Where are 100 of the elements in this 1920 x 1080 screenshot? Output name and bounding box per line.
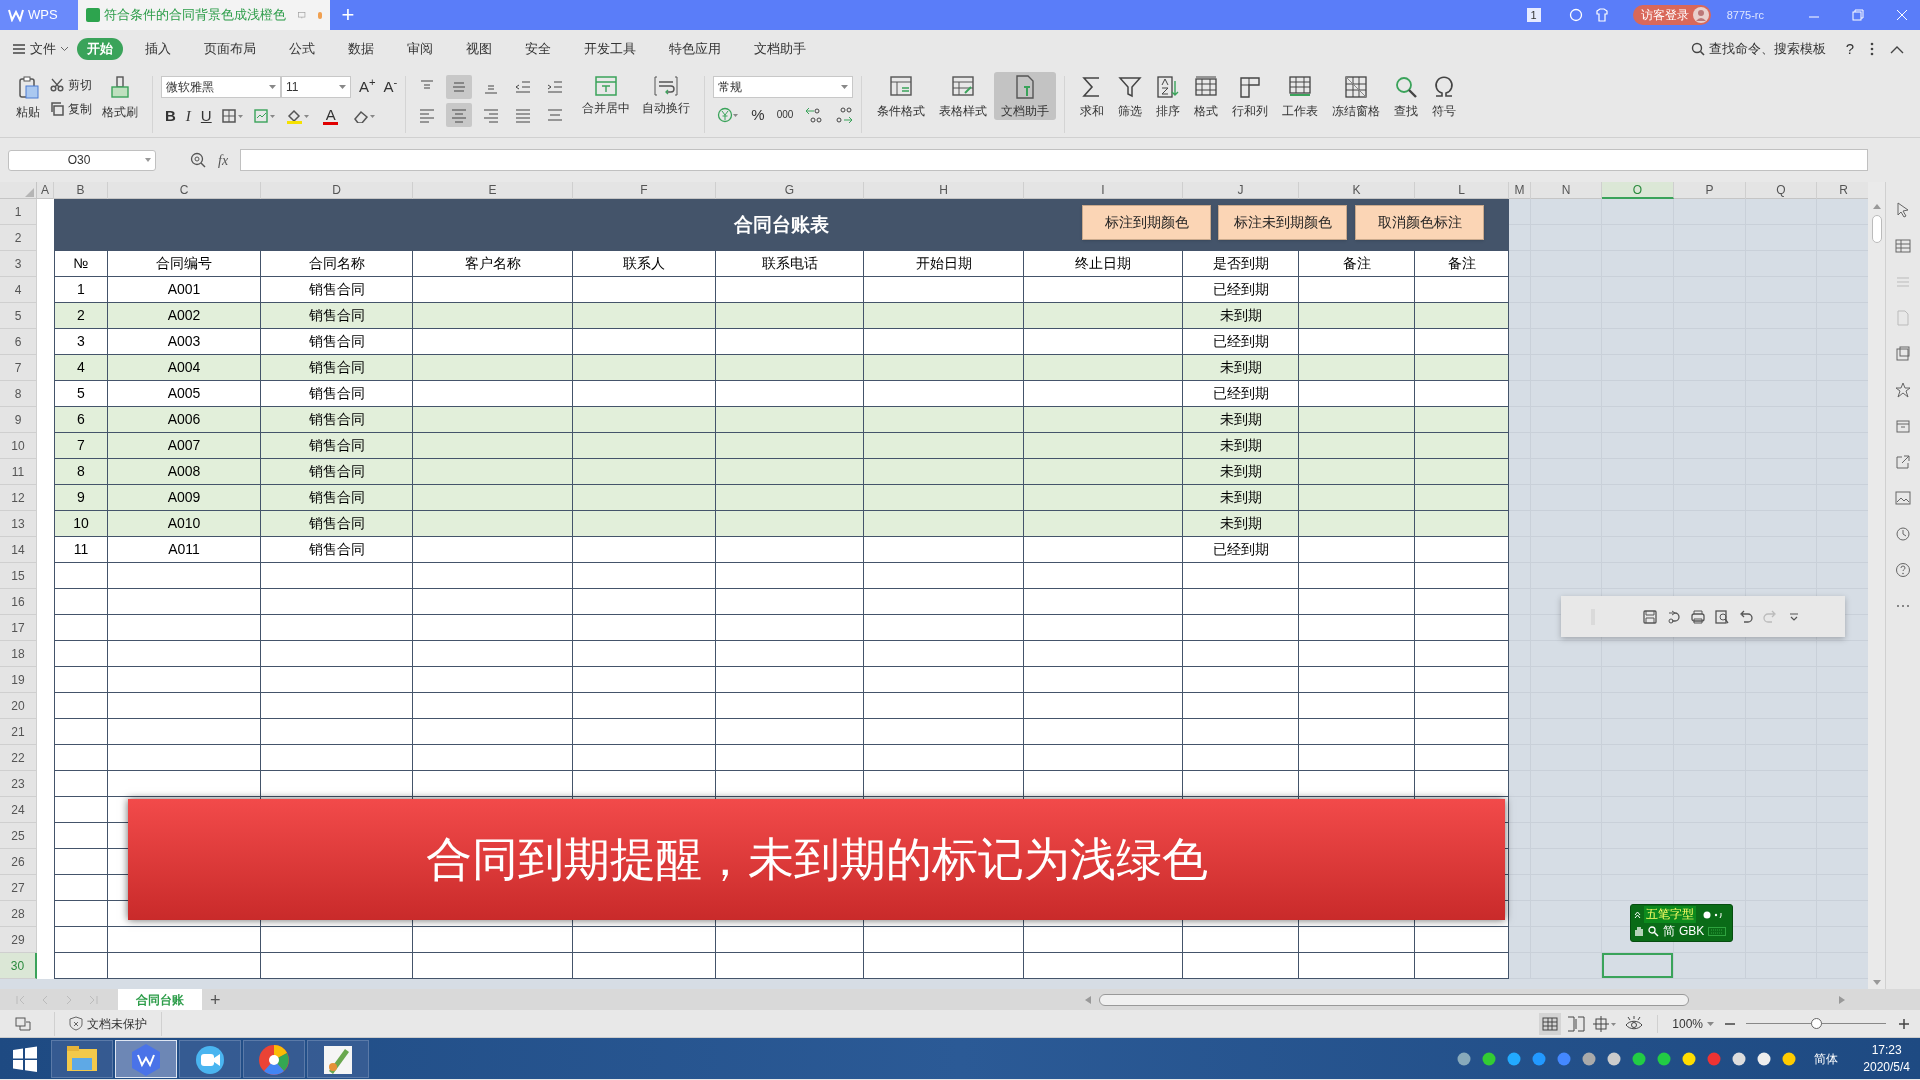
decrease-font-button[interactable]: A$^{-}$	[383, 76, 398, 99]
ribbon-tool-button[interactable]: 筛选	[1111, 72, 1150, 120]
file-menu[interactable]: 文件	[12, 39, 69, 59]
font-color-button[interactable]: A	[319, 106, 342, 125]
table-cell: A011	[108, 537, 261, 563]
row-header[interactable]: 30	[0, 953, 37, 979]
menu-tab[interactable]: 视图	[456, 38, 502, 60]
menu-tab[interactable]: 开发工具	[574, 38, 646, 60]
help-button[interactable]: ?	[1845, 37, 1854, 61]
format-painter-button[interactable]: 格式刷	[96, 72, 144, 121]
input-mode-label[interactable]: 五笔字型	[1644, 906, 1696, 923]
table-cell: 未到期	[1183, 485, 1299, 511]
paste-button[interactable]: 粘贴	[10, 72, 46, 121]
table-cell: 销售合同	[261, 329, 413, 355]
menu-tab[interactable]: 数据	[338, 38, 384, 60]
sheet-action-button[interactable]: 标注未到期颜色	[1218, 205, 1347, 240]
table-cell: 联系电话	[716, 251, 864, 277]
table-cell: 销售合同	[261, 303, 413, 329]
table-cell: 销售合同	[261, 433, 413, 459]
table-cell: A005	[108, 381, 261, 407]
table-cell: A003	[108, 329, 261, 355]
table-cell: 3	[54, 329, 108, 355]
column-header[interactable]: M	[1509, 182, 1531, 199]
table-cell: 未到期	[1183, 407, 1299, 433]
table-cell: 1	[54, 277, 108, 303]
name-box[interactable]: O30	[8, 149, 156, 171]
table-cell: 联系人	[573, 251, 716, 277]
table-cell: A009	[108, 485, 261, 511]
menu-tab[interactable]: 公式	[279, 38, 325, 60]
charset-toggle[interactable]: GBK	[1679, 923, 1705, 940]
script-toggle[interactable]: 简	[1663, 923, 1675, 940]
font-size-select[interactable]: 11	[281, 76, 351, 99]
bold-button[interactable]: B	[165, 104, 176, 127]
sheet-tab[interactable]: 合同台账	[118, 989, 202, 1010]
table-cell: 10	[54, 511, 108, 537]
clock-time[interactable]: 17:23	[1871, 1041, 1902, 1059]
table-cell: 合同名称	[261, 251, 413, 277]
menu-tab[interactable]: 特色应用	[659, 38, 731, 60]
ribbon-tool-button[interactable]: 查找	[1387, 72, 1426, 120]
table-cell: 是否到期	[1183, 251, 1299, 277]
table-cell: 已经到期	[1183, 277, 1299, 303]
table-cell: 6	[54, 407, 108, 433]
login-button[interactable]: 访客登录	[1632, 5, 1711, 25]
table-cell: 销售合同	[261, 511, 413, 537]
ribbon-tool-button[interactable]: 行和列	[1225, 72, 1276, 120]
merge-center-button[interactable]: 合并居中	[576, 72, 637, 137]
ribbon-tool-button[interactable]: 符号	[1425, 72, 1464, 120]
table-cell: 备注	[1415, 251, 1509, 277]
ribbon-tool-button[interactable]: 排序	[1149, 72, 1188, 120]
function-label[interactable]: fx	[218, 149, 229, 171]
table-cell: 已经到期	[1183, 537, 1299, 563]
table-cell: 未到期	[1183, 511, 1299, 537]
input-language-indicator[interactable]: 简体	[1814, 1049, 1839, 1068]
increase-font-button[interactable]: A$^{+}$	[359, 76, 376, 99]
ribbon-tool-button[interactable]: 工作表	[1275, 72, 1326, 120]
column-header[interactable]: Q	[1746, 182, 1817, 199]
underline-button[interactable]: U	[200, 104, 212, 127]
menu-tab[interactable]: 插入	[135, 38, 181, 60]
search-command-field[interactable]: 查找命令、搜索模板	[1690, 39, 1826, 59]
table-cell: 11	[54, 537, 108, 563]
table-cell: 开始日期	[864, 251, 1024, 277]
sheet-action-button[interactable]: 标注到期颜色	[1082, 205, 1211, 240]
ribbon-tool-button[interactable]: 表格样式	[932, 72, 995, 120]
column-header[interactable]: P	[1674, 182, 1746, 199]
protection-status: 文档未保护	[87, 1015, 147, 1033]
table-cell: 销售合同	[261, 277, 413, 303]
table-cell: 8	[54, 459, 108, 485]
italic-button[interactable]: I	[185, 104, 191, 127]
clock-date[interactable]: 2020/5/4	[1863, 1058, 1910, 1076]
sheet-action-button[interactable]: 取消颜色标注	[1355, 205, 1484, 240]
menu-tab[interactable]: 安全	[515, 38, 561, 60]
add-sheet-button[interactable]: +	[210, 990, 221, 1009]
user-label: 8775-rc	[1726, 7, 1764, 23]
ribbon-tool-button[interactable]: 格式	[1187, 72, 1226, 120]
number-format-select[interactable]: 常规	[713, 76, 854, 98]
ribbon-tool-button[interactable]: 条件格式	[870, 72, 933, 120]
menu-tab[interactable]: 审阅	[397, 38, 443, 60]
zoom-level-select[interactable]: 100%	[1657, 1014, 1714, 1033]
column-header[interactable]: O	[1602, 182, 1674, 199]
document-tab[interactable]: 符合条件的合同背景色成浅橙色	[78, 0, 330, 30]
copy-button[interactable]: 复制	[50, 100, 92, 118]
table-cell: 5	[54, 381, 108, 407]
percent-button[interactable]: %	[751, 104, 765, 127]
menu-tab[interactable]: 页面布局	[194, 38, 266, 60]
table-cell: 销售合同	[261, 459, 413, 485]
table-cell: №	[54, 251, 108, 277]
ribbon-tool-button[interactable]: 求和	[1073, 72, 1112, 120]
menu-tab[interactable]: 文档助手	[744, 38, 816, 60]
table-cell: 终止日期	[1024, 251, 1183, 277]
font-name-select[interactable]: 微软雅黑	[161, 76, 281, 99]
table-cell: 客户名称	[413, 251, 573, 277]
ribbon-tool-button[interactable]: 文档助手	[994, 72, 1057, 120]
wrap-text-button[interactable]: 自动换行	[636, 72, 697, 137]
table-cell: A004	[108, 355, 261, 381]
table-cell: 未到期	[1183, 433, 1299, 459]
thousands-button[interactable]: 000	[776, 110, 794, 121]
table-cell: 9	[54, 485, 108, 511]
ribbon-tool-button[interactable]: 冻结窗格	[1325, 72, 1388, 120]
cut-button[interactable]: 剪切	[50, 76, 92, 94]
new-tab-button[interactable]: +	[330, 0, 366, 30]
